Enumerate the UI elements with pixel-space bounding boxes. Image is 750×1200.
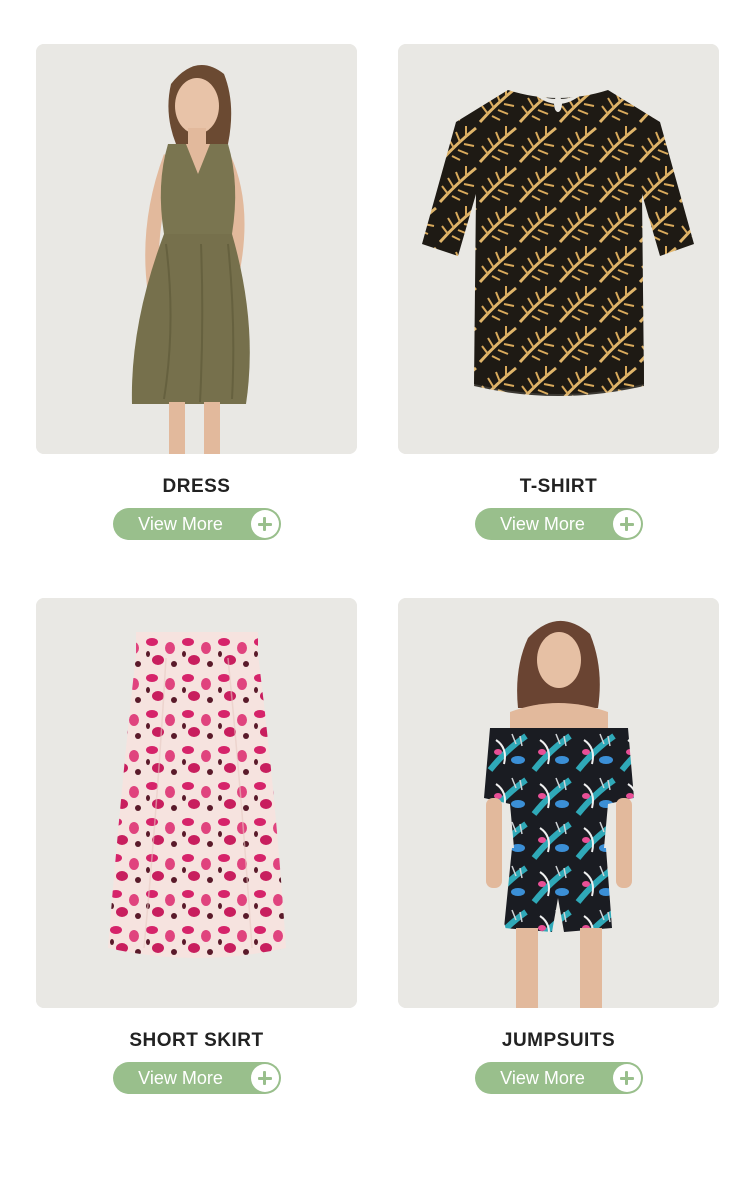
short-skirt-product-image[interactable] bbox=[36, 598, 357, 1008]
view-more-label: View More bbox=[138, 514, 223, 534]
plus-circle-icon bbox=[250, 1064, 279, 1092]
plus-circle-icon bbox=[612, 1064, 641, 1092]
product-title: JUMPSUITS bbox=[501, 1030, 616, 1051]
plus-circle-icon bbox=[612, 510, 641, 538]
jumpsuits-product-image[interactable] bbox=[398, 598, 719, 1008]
view-more-label: View More bbox=[500, 514, 585, 534]
product-category-grid: DRESS View More T-SHIRT View More SHORT … bbox=[0, 0, 750, 1200]
product-card-tshirt: T-SHIRT View More bbox=[398, 44, 719, 540]
view-more-button[interactable]: View More bbox=[112, 508, 281, 540]
plus-circle-icon bbox=[250, 510, 279, 538]
product-card-jumpsuits: JUMPSUITS View More bbox=[398, 598, 719, 1094]
view-more-label: View More bbox=[500, 1068, 585, 1088]
product-title: DRESS bbox=[162, 476, 231, 497]
tshirt-product-image[interactable] bbox=[398, 44, 719, 454]
view-more-button[interactable]: View More bbox=[474, 1062, 643, 1094]
view-more-button[interactable]: View More bbox=[474, 508, 643, 540]
product-card-dress: DRESS View More bbox=[36, 44, 357, 540]
view-more-button[interactable]: View More bbox=[112, 1062, 281, 1094]
product-card-short-skirt: SHORT SKIRT View More bbox=[36, 598, 357, 1094]
view-more-label: View More bbox=[138, 1068, 223, 1088]
dress-product-image[interactable] bbox=[36, 44, 357, 454]
product-title: SHORT SKIRT bbox=[129, 1030, 264, 1051]
product-title: T-SHIRT bbox=[519, 476, 598, 497]
